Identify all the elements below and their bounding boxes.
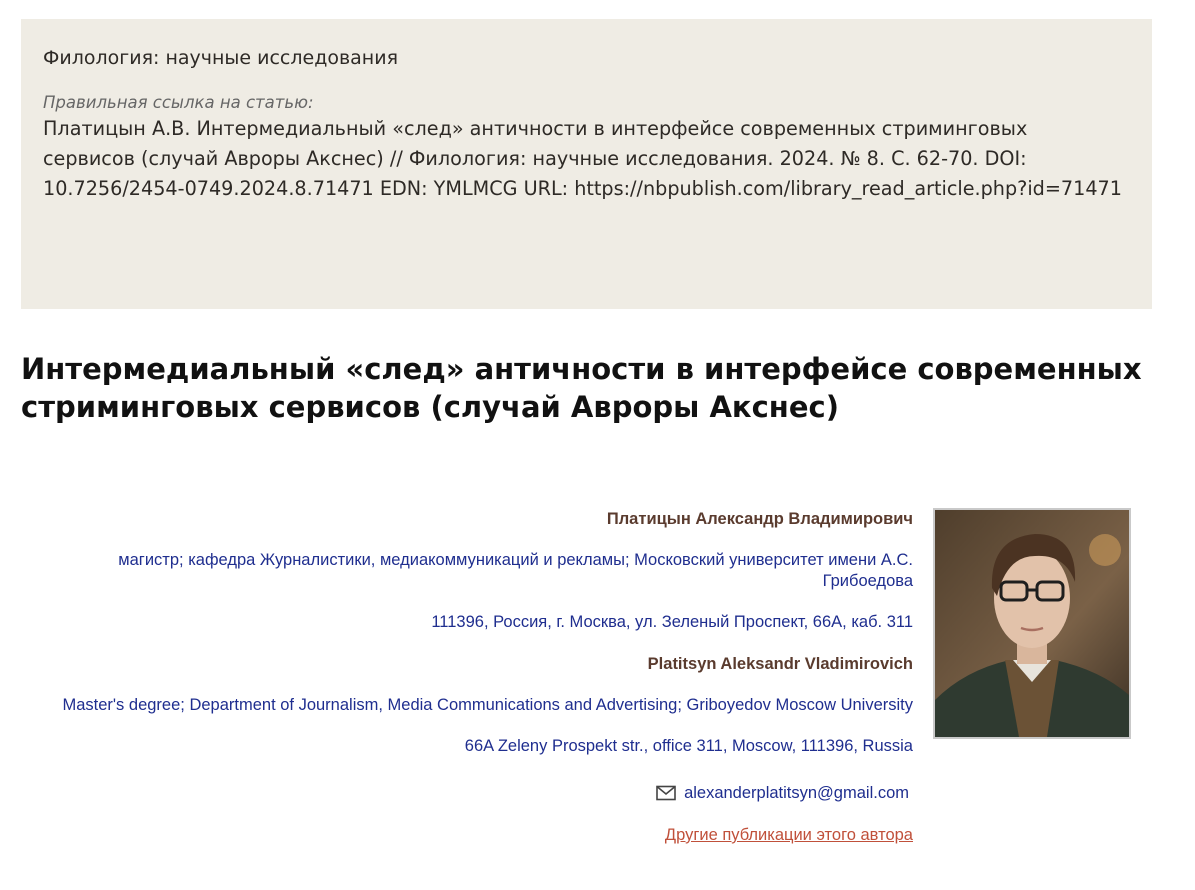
author-name-en: Platitsyn Aleksandr Vladimirovich bbox=[647, 655, 913, 673]
author-name-ru: Платицын Александр Владимирович bbox=[606, 510, 913, 528]
citation-text: Платицын А.В. Интермедиальный «след» ант… bbox=[43, 117, 1122, 200]
author-email-row[interactable]: alexanderplatitsyn@gmail.com bbox=[40, 782, 913, 804]
author-email[interactable]: alexanderplatitsyn@gmail.com bbox=[684, 782, 909, 804]
article-title: Интермедиальный «след» античности в инте… bbox=[21, 352, 1142, 424]
author-affiliation-en: Master's degree; Department of Journalis… bbox=[62, 696, 913, 714]
author-affiliation-ru: магистр; кафедра Журналистики, медиакомм… bbox=[118, 551, 913, 590]
citation-label: Правильная ссылка на статью: bbox=[43, 93, 314, 112]
envelope-icon bbox=[656, 785, 676, 801]
author-address-ru: 111396, Россия, г. Москва, ул. Зеленый П… bbox=[431, 613, 913, 631]
author-info: Платицын Александр Владимирович магистр;… bbox=[40, 508, 913, 846]
other-publications-link[interactable]: Другие публикации этого автора bbox=[665, 826, 913, 844]
author-photo bbox=[933, 508, 1131, 739]
journal-name: Филология: научные исследования bbox=[43, 47, 399, 69]
citation-box: Филология: научные исследования Правильн… bbox=[21, 19, 1152, 309]
author-address-en: 66A Zeleny Prospekt str., office 311, Mo… bbox=[464, 737, 913, 755]
